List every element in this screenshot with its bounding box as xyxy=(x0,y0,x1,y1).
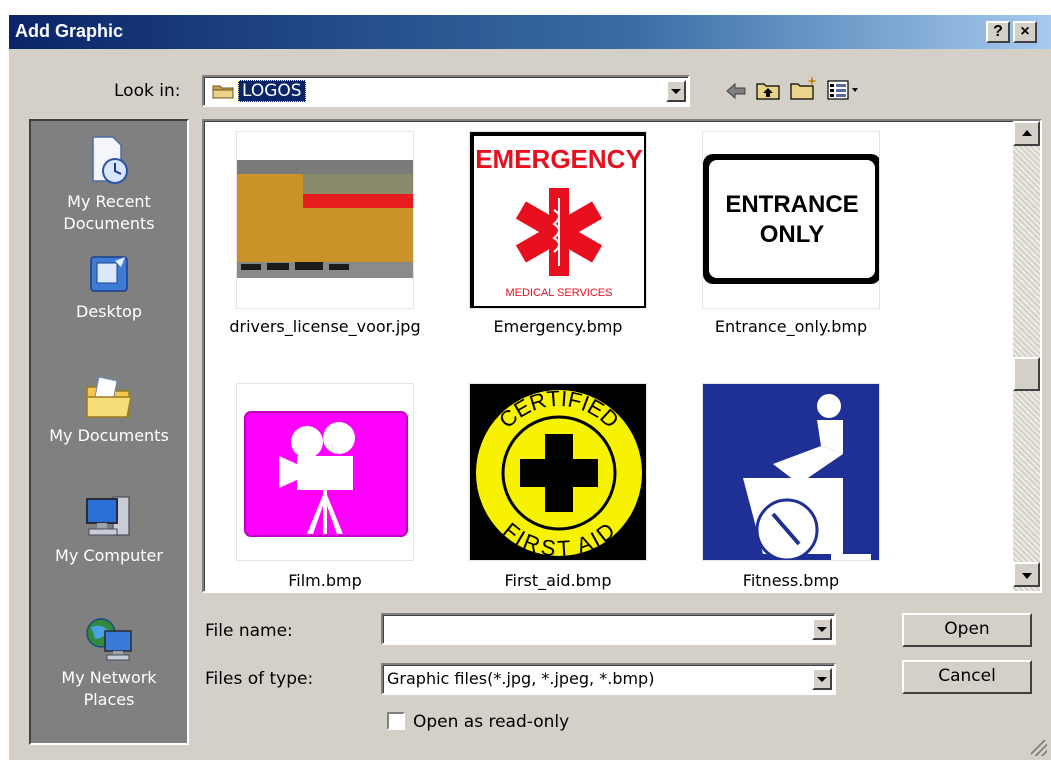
entrance-only-image: ENTRANCE ONLY xyxy=(703,154,879,284)
place-label: Places xyxy=(83,690,135,709)
my-network-places-icon xyxy=(86,618,132,661)
place-my-computer[interactable]: My Computer xyxy=(31,493,187,567)
chevron-down-icon xyxy=(671,89,681,94)
place-label: My Documents xyxy=(49,426,169,445)
look-in-combobox[interactable]: LOGOS xyxy=(202,75,690,107)
file-name-label[interactable]: Fitness.bmp xyxy=(671,571,911,590)
title-bar[interactable]: Add Graphic ? × xyxy=(9,15,1051,49)
read-only-label[interactable]: Open as read-only xyxy=(413,712,569,732)
file-list-view[interactable]: drivers_license_voor.jpg EMERGENCY MEDIC… xyxy=(202,119,1042,593)
back-arrow-icon[interactable] xyxy=(725,81,747,101)
entrance-line2: ONLY xyxy=(760,221,824,248)
file-thumbnail-drivers-license[interactable] xyxy=(236,131,414,309)
file-name-label[interactable]: Entrance_only.bmp xyxy=(671,317,911,336)
file-thumbnail-entrance-only[interactable]: ENTRANCE ONLY xyxy=(702,131,880,309)
entrance-line1: ENTRANCE xyxy=(725,191,858,218)
place-label: Desktop xyxy=(76,302,142,321)
files-of-type-label: Files of type: xyxy=(205,669,314,689)
file-name-label[interactable]: drivers_license_voor.jpg xyxy=(205,317,445,336)
look-in-label: Look in: xyxy=(114,81,181,101)
files-of-type-value: Graphic files(*.jpg, *.jpeg, *.bmp) xyxy=(387,669,655,688)
emergency-image: EMERGENCY MEDICAL SERVICES xyxy=(470,132,646,308)
chevron-down-icon xyxy=(817,677,827,682)
place-my-network-places[interactable]: My Network Places xyxy=(31,613,187,711)
chevron-down-icon xyxy=(1021,572,1032,579)
fitness-bike-image xyxy=(703,384,879,560)
file-name-label[interactable]: Film.bmp xyxy=(205,571,445,590)
drivers-license-image xyxy=(237,160,413,278)
scroll-up-button[interactable] xyxy=(1013,121,1040,146)
file-thumbnail-fitness[interactable] xyxy=(702,383,880,561)
help-button[interactable]: ? xyxy=(986,21,1010,43)
places-bar: My Recent Documents Desktop My Documents xyxy=(29,119,189,745)
look-in-dropdown-button[interactable] xyxy=(666,80,686,102)
first-aid-image: CERTIFIED FIRST AID xyxy=(470,384,646,560)
files-of-type-dropdown-button[interactable] xyxy=(812,668,832,690)
chevron-down-icon xyxy=(817,627,827,632)
new-folder-icon[interactable] xyxy=(789,75,819,101)
open-button[interactable]: Open xyxy=(902,613,1032,647)
look-in-value: LOGOS xyxy=(238,80,306,102)
file-thumbnail-emergency[interactable]: EMERGENCY MEDICAL SERVICES xyxy=(469,131,647,309)
emergency-caption: MEDICAL SERVICES xyxy=(506,287,613,299)
place-desktop[interactable]: Desktop xyxy=(31,253,187,323)
file-name-label[interactable]: First_aid.bmp xyxy=(438,571,678,590)
file-name-field-label: File name: xyxy=(205,621,293,641)
close-button[interactable]: × xyxy=(1013,21,1037,43)
my-documents-icon xyxy=(86,376,132,418)
desktop-icon xyxy=(90,256,128,292)
my-computer-icon xyxy=(86,496,130,536)
up-one-level-icon[interactable] xyxy=(755,79,781,101)
emergency-title: EMERGENCY xyxy=(475,144,643,174)
place-my-recent-documents[interactable]: My Recent Documents xyxy=(31,135,187,235)
cancel-button[interactable]: Cancel xyxy=(902,660,1032,694)
place-label: My Network xyxy=(61,668,157,687)
read-only-checkbox[interactable] xyxy=(387,712,405,730)
file-name-combobox[interactable] xyxy=(381,613,836,645)
scroll-down-button[interactable] xyxy=(1013,562,1040,587)
vertical-scrollbar[interactable] xyxy=(1013,121,1040,591)
views-menu-icon[interactable] xyxy=(827,79,863,101)
window-title: Add Graphic xyxy=(15,21,124,41)
folder-icon xyxy=(212,85,234,99)
add-graphic-dialog: Add Graphic ? × Look in: LOGOS My Recent… xyxy=(8,14,1051,760)
scroll-thumb[interactable] xyxy=(1013,357,1040,391)
file-name-dropdown-button[interactable] xyxy=(812,618,832,640)
place-label: My Computer xyxy=(55,546,163,565)
file-thumbnail-first-aid[interactable]: CERTIFIED FIRST AID xyxy=(469,383,647,561)
film-camera-image xyxy=(244,411,408,537)
file-thumbnail-film[interactable] xyxy=(236,383,414,561)
chevron-up-icon xyxy=(1021,129,1032,136)
file-name-label[interactable]: Emergency.bmp xyxy=(438,317,678,336)
place-label: Documents xyxy=(63,214,155,233)
place-label: My Recent xyxy=(67,192,151,211)
files-of-type-combobox[interactable]: Graphic files(*.jpg, *.jpeg, *.bmp) xyxy=(381,663,836,695)
resize-grip-icon[interactable] xyxy=(1031,740,1047,756)
place-my-documents[interactable]: My Documents xyxy=(31,373,187,447)
recent-documents-icon xyxy=(92,136,128,184)
